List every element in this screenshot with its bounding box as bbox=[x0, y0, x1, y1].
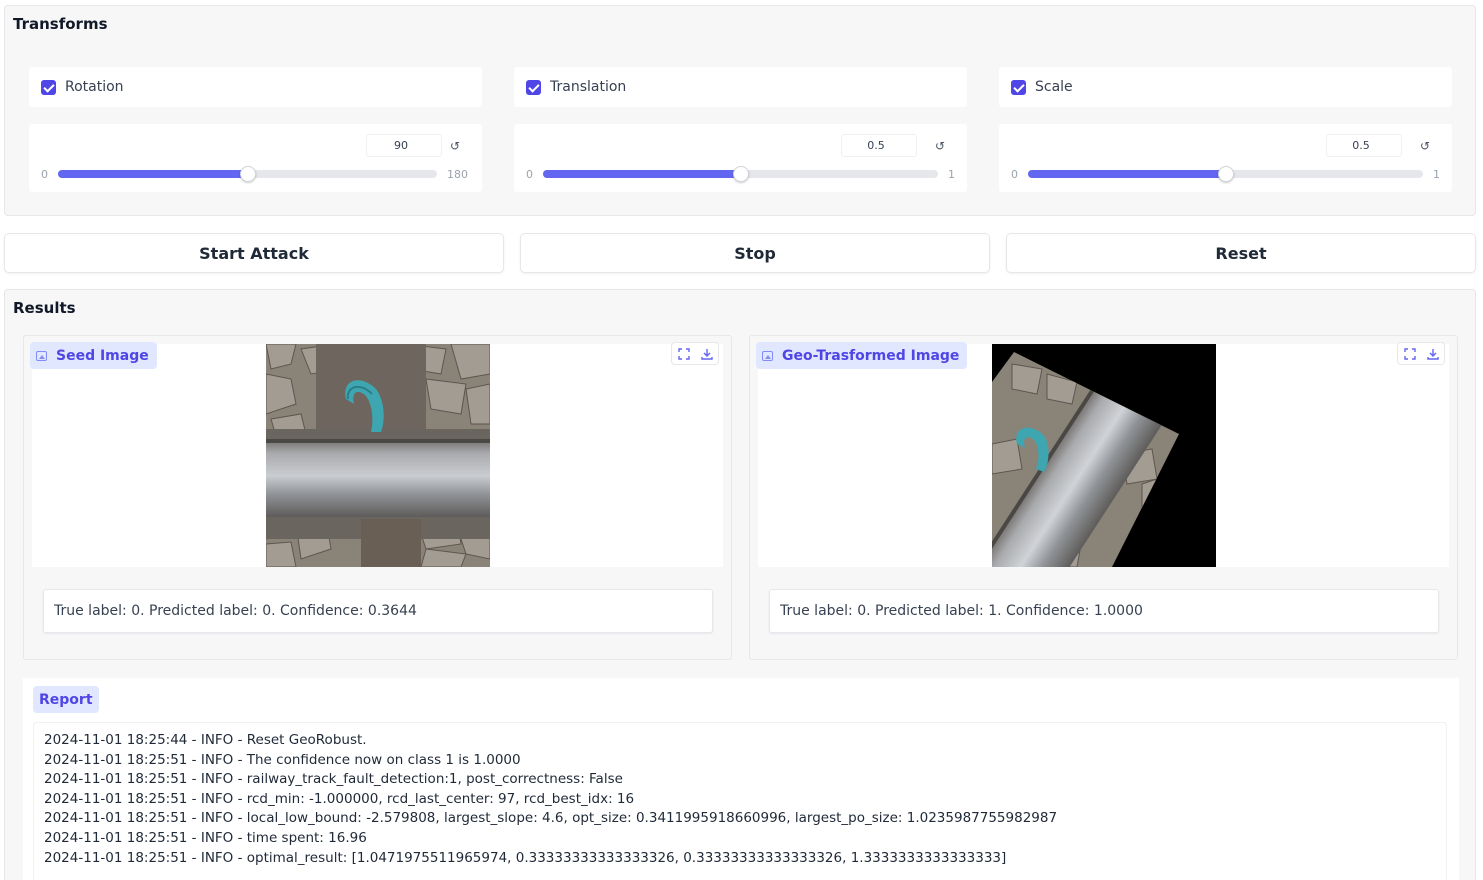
geo-image-area bbox=[758, 344, 1449, 567]
geo-image-label: Geo-Trasformed Image bbox=[756, 342, 968, 369]
report-label: Report bbox=[33, 686, 99, 713]
geo-prediction-text: True label: 0. Predicted label: 1. Confi… bbox=[769, 589, 1439, 633]
geo-image-toolbar bbox=[1397, 342, 1445, 365]
seed-image-block: Seed Image True label: 0. Predicted labe… bbox=[23, 335, 732, 660]
results-title: Results bbox=[13, 299, 76, 317]
rotation-min: 0 bbox=[41, 168, 48, 181]
reset-icon[interactable]: ↺ bbox=[927, 134, 953, 157]
reset-icon[interactable]: ↺ bbox=[1412, 134, 1438, 157]
scale-number-input[interactable]: 0.5 bbox=[1326, 134, 1402, 157]
geo-image-block: Geo-Trasformed Image True label: 0. Pred… bbox=[749, 335, 1458, 660]
start-attack-button[interactable]: Start Attack bbox=[4, 233, 504, 273]
seed-image-toolbar bbox=[671, 342, 719, 365]
report-line: 2024-11-01 18:25:51 - INFO - optimal_res… bbox=[44, 849, 1007, 866]
checkbox-checked-icon[interactable] bbox=[41, 79, 56, 95]
translation-slider[interactable] bbox=[543, 166, 938, 182]
translation-slider-fill bbox=[543, 170, 741, 178]
scale-slider-thumb[interactable] bbox=[1217, 166, 1234, 182]
report-line: 2024-11-01 18:25:51 - INFO - railway_tra… bbox=[44, 771, 623, 788]
scale-min: 0 bbox=[1011, 168, 1018, 181]
rotation-slider-thumb[interactable] bbox=[239, 166, 256, 182]
seed-image bbox=[266, 344, 490, 567]
rotation-number-input[interactable]: 90 bbox=[366, 134, 442, 157]
transforms-panel: Transforms Rotation Translation Scale 90… bbox=[4, 5, 1476, 216]
rotation-checkbox[interactable]: Rotation bbox=[29, 67, 482, 107]
report-textbox[interactable]: 2024-11-01 18:25:44 - INFO - Reset GeoRo… bbox=[33, 722, 1447, 880]
scale-max: 1 bbox=[1433, 168, 1440, 181]
translation-max: 1 bbox=[948, 168, 955, 181]
checkbox-checked-icon[interactable] bbox=[526, 79, 541, 95]
reset-button[interactable]: Reset bbox=[1006, 233, 1476, 273]
report-line: 2024-11-01 18:25:51 - INFO - time spent:… bbox=[44, 829, 367, 846]
reset-icon[interactable]: ↺ bbox=[442, 134, 468, 157]
transforms-title: Transforms bbox=[13, 15, 108, 33]
seed-prediction-text: True label: 0. Predicted label: 0. Confi… bbox=[43, 589, 713, 633]
scale-label: Scale bbox=[1035, 79, 1073, 95]
download-icon[interactable] bbox=[1421, 343, 1444, 364]
geo-image-label-text: Geo-Trasformed Image bbox=[782, 347, 960, 364]
scale-slider-card: 0.5 ↺ 0 1 bbox=[999, 124, 1452, 192]
rotation-slider-fill bbox=[58, 170, 248, 178]
scale-slider[interactable] bbox=[1028, 166, 1423, 182]
image-icon bbox=[762, 350, 773, 361]
scale-checkbox[interactable]: Scale bbox=[999, 67, 1452, 107]
seed-image-label-text: Seed Image bbox=[56, 347, 149, 364]
fullscreen-icon[interactable] bbox=[1398, 343, 1421, 364]
translation-min: 0 bbox=[526, 168, 533, 181]
geo-image bbox=[992, 344, 1216, 567]
stop-button[interactable]: Stop bbox=[520, 233, 990, 273]
rotation-slider[interactable] bbox=[58, 166, 437, 182]
rotation-slider-card: 90 ↺ 0 180 bbox=[29, 124, 482, 192]
image-icon bbox=[36, 350, 47, 361]
translation-slider-card: 0.5 ↺ 0 1 bbox=[514, 124, 967, 192]
translation-label: Translation bbox=[550, 79, 627, 95]
fullscreen-icon[interactable] bbox=[672, 343, 695, 364]
rotation-label: Rotation bbox=[65, 79, 124, 95]
translation-slider-thumb[interactable] bbox=[732, 166, 749, 182]
report-line: 2024-11-01 18:25:44 - INFO - Reset GeoRo… bbox=[44, 732, 367, 748]
download-icon[interactable] bbox=[695, 343, 718, 364]
results-panel: Results Seed Image True label: 0. Predic… bbox=[4, 289, 1476, 880]
seed-image-area bbox=[32, 344, 723, 567]
rotation-max: 180 bbox=[447, 168, 468, 181]
report-line: 2024-11-01 18:25:51 - INFO - The confide… bbox=[44, 751, 521, 768]
seed-image-label: Seed Image bbox=[30, 342, 157, 369]
report-section: Report 2024-11-01 18:25:44 - INFO - Rese… bbox=[23, 678, 1459, 880]
scale-slider-fill bbox=[1028, 170, 1226, 178]
checkbox-checked-icon[interactable] bbox=[1011, 79, 1026, 95]
translation-checkbox[interactable]: Translation bbox=[514, 67, 967, 107]
report-line: 2024-11-01 18:25:51 - INFO - local_low_b… bbox=[44, 810, 1058, 827]
translation-number-input[interactable]: 0.5 bbox=[841, 134, 917, 157]
report-line: 2024-11-01 18:25:51 - INFO - rcd_min: -1… bbox=[44, 790, 635, 807]
